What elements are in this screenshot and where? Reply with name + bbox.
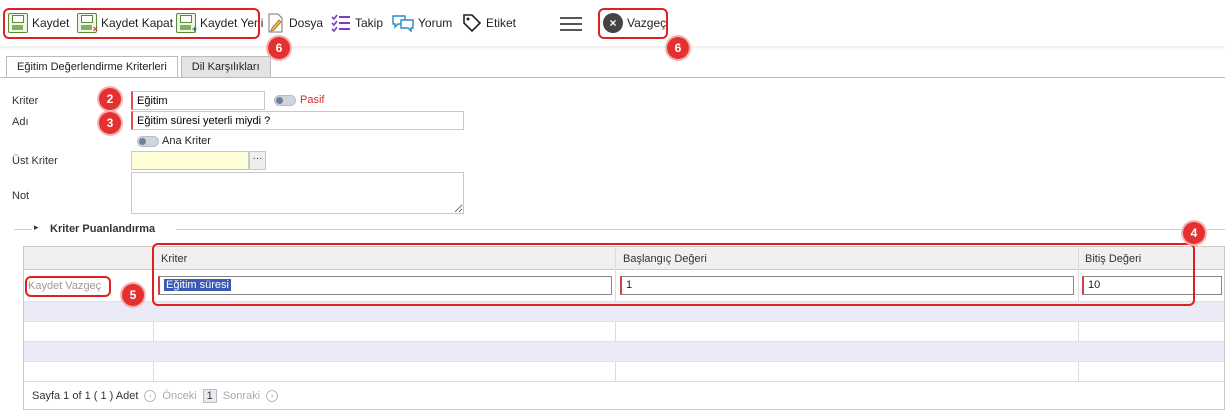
tab-divider xyxy=(0,77,1225,78)
tag-icon xyxy=(463,14,482,33)
table-row xyxy=(24,342,1224,362)
highlight-grid-edit-row xyxy=(152,243,1195,306)
name-label: Adı xyxy=(12,116,29,128)
note-textarea[interactable] xyxy=(131,172,464,214)
criteria-label: Kriter xyxy=(12,95,39,107)
document-pencil-icon xyxy=(268,13,283,33)
tab-language-equivalents[interactable]: Dil Karşılıkları xyxy=(180,56,271,78)
annotation-badge-3: 3 xyxy=(99,112,121,134)
passive-label: Pasif xyxy=(300,94,325,106)
checklist-icon xyxy=(331,14,350,32)
section-divider-left xyxy=(14,229,32,230)
highlight-save-group xyxy=(3,8,260,39)
passive-toggle[interactable] xyxy=(274,95,296,106)
comment-button[interactable]: Yorum xyxy=(392,12,452,34)
criteria-input[interactable] xyxy=(131,91,265,110)
parent-criteria-input[interactable] xyxy=(131,151,249,170)
note-label: Not xyxy=(12,190,30,202)
section-divider xyxy=(176,229,1225,230)
highlight-cancel xyxy=(598,8,668,39)
page-number[interactable]: 1 xyxy=(202,388,217,403)
parent-criteria-label: Üst Kriter xyxy=(12,155,58,167)
annotation-badge-4: 4 xyxy=(1183,222,1205,244)
tag-button[interactable]: Etiket xyxy=(462,12,516,34)
toolbar: Kaydet × Kaydet Kapat + Kaydet Yeni Dosy… xyxy=(0,0,1225,46)
parent-criteria-lookup-button[interactable]: ··· xyxy=(249,151,266,170)
annotation-badge-2: 2 xyxy=(99,88,121,110)
main-criteria-toggle[interactable] xyxy=(137,136,159,147)
pager: Sayfa 1 of 1 ( 1 ) Adet ‹ Önceki 1 Sonra… xyxy=(24,381,1224,409)
name-input[interactable] xyxy=(131,111,464,130)
next-page-icon[interactable]: › xyxy=(266,389,279,402)
pager-info: Sayfa 1 of 1 ( 1 ) Adet xyxy=(32,389,139,402)
annotation-badge-5: 5 xyxy=(122,284,144,306)
table-row xyxy=(24,362,1224,382)
next-page-link[interactable]: Sonraki xyxy=(223,390,260,402)
chat-bubbles-icon xyxy=(392,15,414,32)
file-button[interactable]: Dosya xyxy=(267,12,323,34)
section-collapse-icon[interactable]: ▸ xyxy=(34,222,39,233)
menu-icon[interactable] xyxy=(560,17,582,31)
table-row xyxy=(24,322,1224,342)
main-criteria-label: Ana Kriter xyxy=(162,135,211,147)
prev-page-link[interactable]: Önceki xyxy=(162,390,196,402)
tab-evaluation-criteria[interactable]: Eğitim Değerlendirme Kriterleri xyxy=(6,56,178,78)
section-title: Kriter Puanlandırma xyxy=(50,223,156,235)
prev-page-icon[interactable]: ‹ xyxy=(144,389,157,402)
tab-bar: Eğitim Değerlendirme Kriterleri Dil Karş… xyxy=(6,56,274,78)
follow-button[interactable]: Takip xyxy=(331,12,383,34)
highlight-row-actions xyxy=(25,276,111,297)
annotation-badge-6-right: 6 xyxy=(667,37,689,59)
